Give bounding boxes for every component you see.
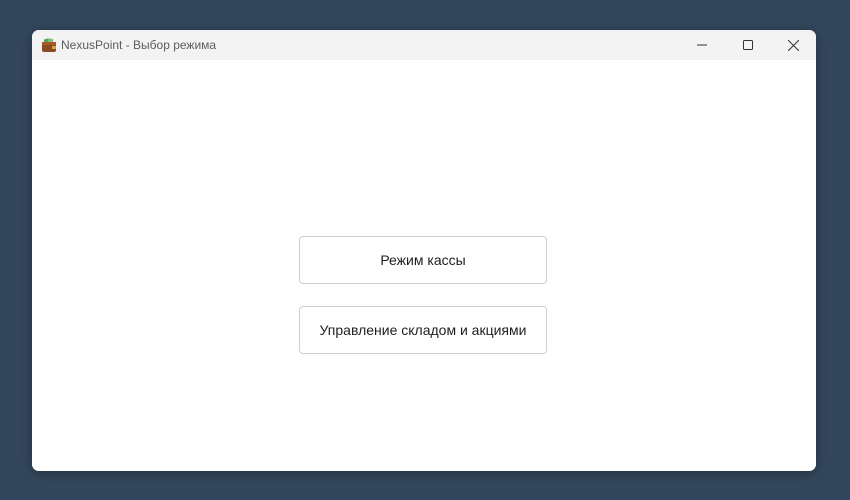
warehouse-promotions-button[interactable]: Управление складом и акциями (299, 306, 547, 354)
close-icon (787, 39, 799, 51)
minimize-button[interactable] (679, 30, 725, 60)
cashier-mode-button[interactable]: Режим кассы (299, 236, 547, 284)
title-bar[interactable]: NexusPoint - Выбор режима (32, 30, 816, 60)
minimize-icon (697, 40, 707, 50)
close-button[interactable] (770, 30, 816, 60)
wallet-icon (41, 37, 57, 53)
maximize-button[interactable] (725, 30, 771, 60)
maximize-icon (743, 40, 753, 50)
mode-selection-panel: Режим кассы Управление складом и акциями (32, 60, 816, 471)
app-window: NexusPoint - Выбор режима Режим кассы Уп… (32, 30, 816, 471)
window-title: NexusPoint - Выбор режима (61, 38, 217, 52)
